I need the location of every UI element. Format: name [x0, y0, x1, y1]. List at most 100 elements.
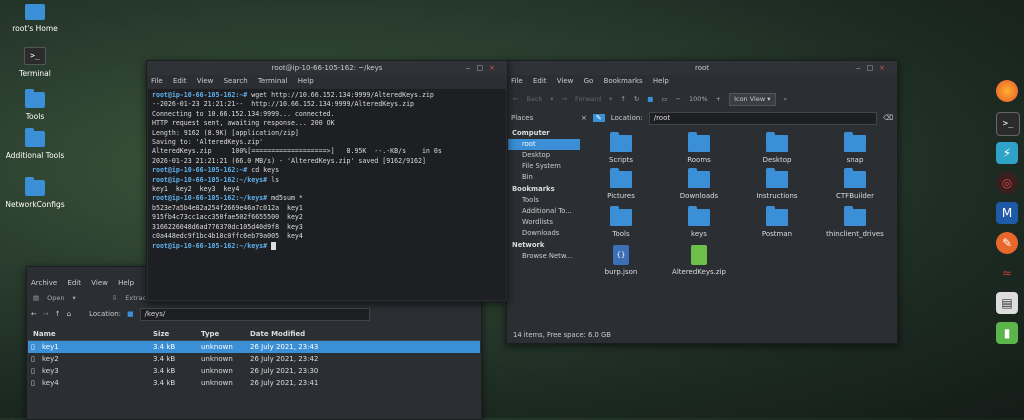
places-item-root[interactable]: root	[508, 139, 580, 150]
clear-location-icon[interactable]: ⌫	[883, 114, 893, 122]
places-item-file-system[interactable]: File System	[508, 161, 580, 172]
menu-archive[interactable]: Archive	[31, 279, 57, 287]
desktop-icon-tools[interactable]: Tools	[0, 89, 70, 121]
file-item-snap[interactable]: snap	[820, 132, 890, 164]
file-item-pictures[interactable]: Pictures	[586, 168, 656, 200]
chevron-down-icon[interactable]: ▾	[73, 294, 76, 302]
column-name[interactable]: Name	[33, 329, 56, 340]
table-row[interactable]: ▯ key3 3.4 kB unknown 26 July 2021, 23:3…	[28, 365, 480, 377]
places-item-downloads[interactable]: Downloads	[508, 228, 580, 239]
menu-edit[interactable]: Edit	[67, 279, 81, 287]
file-item-burp-json[interactable]: {} burp.json	[586, 245, 656, 276]
zoom-in-icon[interactable]: +	[716, 95, 721, 103]
table-header: Name Size Type Date Modified	[28, 329, 480, 341]
places-item-wordlists[interactable]: Wordlists	[508, 217, 580, 228]
file-item-alteredkeys-zip[interactable]: AlteredKeys.zip	[664, 245, 734, 276]
up-icon[interactable]: ↑	[55, 310, 61, 318]
menu-help[interactable]: Help	[653, 77, 669, 85]
places-item-bin[interactable]: Bin	[508, 172, 580, 183]
menu-view[interactable]: View	[557, 77, 574, 85]
terminal-window: root@ip-10-66-105-162: ~/keys ‒□× File E…	[146, 60, 508, 302]
location-field[interactable]: /keys/	[139, 307, 370, 321]
minimize-icon[interactable]: ‒	[856, 64, 866, 72]
desktop-icon-home[interactable]: root's Home	[0, 4, 70, 33]
file-item-scripts[interactable]: Scripts	[586, 132, 656, 164]
back-icon[interactable]: ←	[513, 95, 518, 103]
file-item-ctfbuilder[interactable]: CTFBuilder	[820, 168, 890, 200]
edit-location-icon[interactable]: ✎	[592, 114, 605, 122]
menu-go[interactable]: Go	[584, 77, 594, 85]
column-type[interactable]: Type	[201, 329, 219, 340]
terminal-output[interactable]: root@ip-10-66-105-162:~# wget http://10.…	[148, 89, 506, 300]
close-pane-icon[interactable]: ×	[581, 114, 587, 122]
forward-icon[interactable]: →	[562, 95, 567, 103]
file-item-rooms[interactable]: Rooms	[664, 132, 734, 164]
burp-icon[interactable]: ✎	[996, 232, 1018, 254]
places-item-browse-network[interactable]: Browse Netw...	[508, 251, 580, 262]
file-item-keys[interactable]: keys	[664, 206, 734, 238]
computer-icon[interactable]: ▭	[661, 95, 667, 103]
menu-search[interactable]: Search	[224, 77, 248, 85]
home-icon[interactable]: ■	[647, 95, 653, 103]
desktop-icon-additional-tools[interactable]: Additional Tools	[0, 128, 70, 160]
file-item-instructions[interactable]: Instructions	[742, 168, 812, 200]
menu-terminal[interactable]: Terminal	[258, 77, 288, 85]
home-icon[interactable]: ⌂	[67, 310, 71, 318]
column-size[interactable]: Size	[153, 329, 169, 340]
zap-icon[interactable]: ⚡	[996, 142, 1018, 164]
menu-edit[interactable]: Edit	[173, 77, 187, 85]
terminal-line: key1 key2 key3 key4	[152, 185, 502, 194]
menu-file[interactable]: File	[151, 77, 163, 85]
close-icon[interactable]: ×	[879, 64, 891, 72]
firefox-icon[interactable]	[996, 80, 1018, 102]
target-icon[interactable]: ◎	[996, 172, 1018, 194]
file-item-postman[interactable]: Postman	[742, 206, 812, 238]
search-icon[interactable]: ⌕	[784, 95, 788, 104]
file-item-tools[interactable]: Tools	[586, 206, 656, 238]
column-date-modified[interactable]: Date Modified	[250, 329, 305, 340]
places-item-tools[interactable]: Tools	[508, 195, 580, 206]
zoom-out-icon[interactable]: −	[676, 95, 681, 103]
forward-button[interactable]: Forward	[575, 95, 601, 103]
extract-icon[interactable]: ⇩	[112, 294, 117, 302]
snake-icon[interactable]: ≈	[996, 262, 1018, 284]
file-item-downloads[interactable]: Downloads	[664, 168, 734, 200]
menu-file[interactable]: File	[511, 77, 523, 85]
desktop-icon-terminal[interactable]: >_ Terminal	[0, 47, 70, 78]
places-item-desktop[interactable]: Desktop	[508, 150, 580, 161]
menu-help[interactable]: Help	[298, 77, 314, 85]
chevron-down-icon[interactable]: ▾	[609, 95, 612, 103]
menu-bookmarks[interactable]: Bookmarks	[604, 77, 643, 85]
open-button[interactable]: Open	[47, 294, 64, 302]
refresh-icon[interactable]: ↻	[634, 95, 639, 103]
up-icon[interactable]: ↑	[620, 95, 625, 103]
table-row[interactable]: ▯ key2 3.4 kB unknown 26 July 2021, 23:4…	[28, 353, 480, 365]
terminal-line: 3166226048d6ad776370dc105d40d9f8 key3	[152, 223, 502, 232]
back-icon[interactable]: ←	[31, 310, 37, 318]
maximize-icon[interactable]: □	[867, 64, 880, 72]
archive-icon[interactable]: ▮	[996, 322, 1018, 344]
table-row[interactable]: ▯ key4 3.4 kB unknown 26 July 2021, 23:4…	[28, 377, 480, 389]
file-item-thinclient-drives[interactable]: thinclient_drives	[820, 206, 890, 238]
places-item-additional-tools[interactable]: Additional To...	[508, 206, 580, 217]
chevron-down-icon[interactable]: ▾	[550, 95, 553, 103]
open-icon[interactable]: ▤	[33, 294, 39, 302]
menu-view[interactable]: View	[91, 279, 108, 287]
desktop-icon-label: Terminal	[19, 69, 51, 78]
location-field[interactable]: /root	[648, 111, 878, 125]
menu-edit[interactable]: Edit	[533, 77, 547, 85]
metasploit-icon[interactable]: M	[996, 202, 1018, 224]
desktop-icon-networkconfigs[interactable]: NetworkConfigs	[0, 177, 70, 209]
back-button[interactable]: Back	[526, 95, 542, 103]
close-icon[interactable]: ×	[489, 64, 501, 72]
table-row[interactable]: ▯ key1 3.4 kB unknown 26 July 2021, 23:4…	[28, 341, 480, 353]
files-icon[interactable]: ▤	[996, 292, 1018, 314]
view-mode-select[interactable]: Icon View ▾	[729, 92, 776, 106]
menu-help[interactable]: Help	[118, 279, 134, 287]
menu-view[interactable]: View	[197, 77, 214, 85]
minimize-icon[interactable]: ‒	[466, 64, 476, 72]
maximize-icon[interactable]: □	[477, 64, 490, 72]
forward-icon[interactable]: →	[43, 310, 49, 318]
file-item-desktop[interactable]: Desktop	[742, 132, 812, 164]
terminal-icon[interactable]: >_	[996, 112, 1020, 136]
